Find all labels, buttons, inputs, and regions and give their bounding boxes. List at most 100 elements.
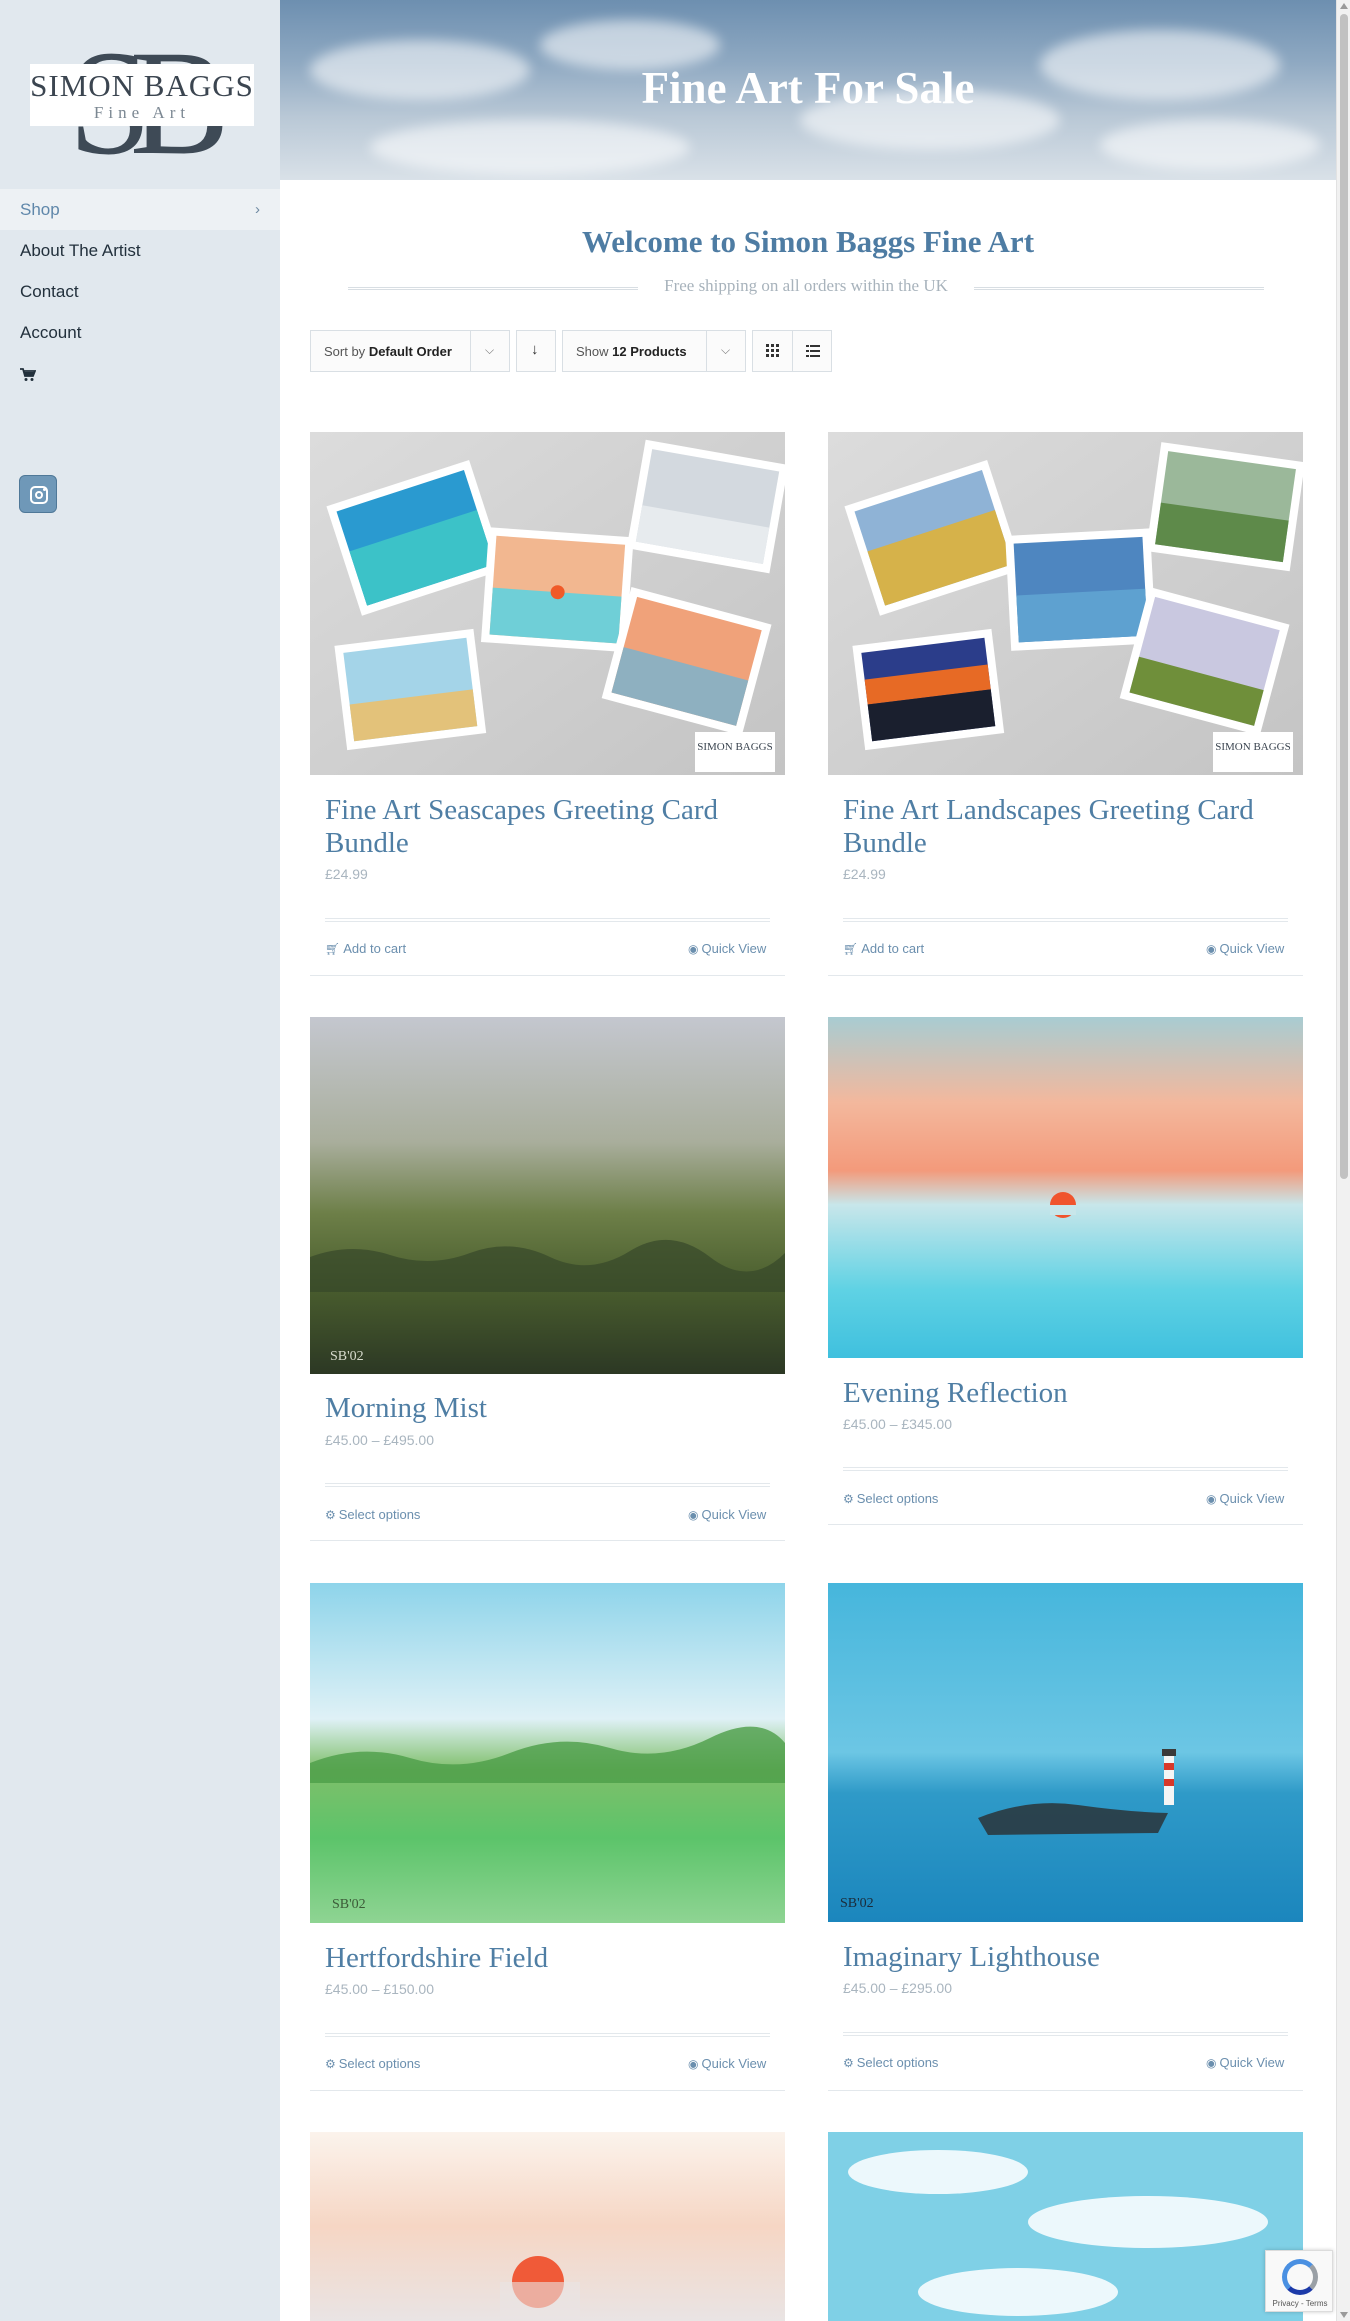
scrollbar[interactable] <box>1336 0 1350 2321</box>
select-options-label: Select options <box>338 2056 421 2071</box>
page-title: Fine Art For Sale <box>641 63 975 113</box>
quick-view-button[interactable]: ◉ Quick View <box>688 2056 766 2071</box>
product-card: SIMON BAGGS Fine Art Seascapes Greeting … <box>310 432 785 976</box>
select-options-label: Select options <box>338 1507 421 1522</box>
show-value: 12 Products <box>612 344 687 359</box>
quick-view-button[interactable]: ◉ Quick View <box>688 941 766 956</box>
product-title-text: Morning Mist <box>325 1392 487 1424</box>
site-logo[interactable]: SB SIMON BAGGS Fine Art <box>28 28 254 178</box>
eye-icon: ◉ <box>688 1508 699 1522</box>
shipping-notice: Free shipping on all orders within the U… <box>348 276 1264 298</box>
chevron-right-icon: › <box>255 201 260 218</box>
cart-icon: 🛒︎ <box>325 942 341 956</box>
nav-item-contact[interactable]: Contact <box>0 271 280 312</box>
quick-view-button[interactable]: ◉ Quick View <box>1206 1491 1284 1506</box>
quick-view-label: Quick View <box>1219 941 1285 956</box>
artwork-monogram: SIMON BAGGS <box>697 741 773 753</box>
product-price: £24.99 <box>843 866 886 882</box>
sort-prefix: Sort by <box>324 344 366 359</box>
select-options-button[interactable]: ⚙ Select options <box>325 1507 420 1522</box>
product-card: SB'02 Imaginary Lighthouse £45.00 – £295… <box>828 1583 1303 2091</box>
show-count-dropdown[interactable]: Show 12 Products ⌵ <box>562 330 746 372</box>
logo-name: SIMON BAGGS <box>30 68 254 103</box>
quick-view-label: Quick View <box>1219 2055 1285 2070</box>
gear-icon: ⚙ <box>325 2057 336 2071</box>
product-title-line: Fine Art Landscapes Greeting Card <box>843 794 1254 826</box>
select-options-button[interactable]: ⚙ Select options <box>325 2056 420 2071</box>
nav-item-about[interactable]: About The Artist <box>0 230 280 271</box>
product-title-text: Evening Reflection <box>843 1377 1068 1409</box>
logo-plate: SIMON BAGGS Fine Art <box>30 64 254 126</box>
add-to-cart-label: Add to cart <box>343 941 407 956</box>
product-title-line: Bundle <box>843 827 927 859</box>
quick-view-button[interactable]: ◉ Quick View <box>1206 941 1284 956</box>
product-image[interactable]: SIMON BAGGS <box>828 432 1303 775</box>
product-image[interactable]: SB'02 <box>310 1583 785 1923</box>
product-image[interactable]: SB'02 <box>310 1017 785 1374</box>
eye-icon: ◉ <box>688 2057 699 2071</box>
product-image[interactable] <box>310 2132 785 2321</box>
product-card: SB'02 Hertfordshire Field £45.00 – £150.… <box>310 1583 785 2091</box>
sort-dropdown[interactable]: Sort by Default Order ⌵ <box>310 330 510 372</box>
list-view-icon[interactable] <box>806 344 820 358</box>
welcome-heading: Welcome to Simon Baggs Fine Art <box>581 224 1035 259</box>
grid-view-icon[interactable] <box>766 344 780 358</box>
recaptcha-badge[interactable]: Privacy - Terms <box>1265 2250 1333 2312</box>
add-to-cart-button[interactable]: 🛒︎ Add to cart <box>325 941 406 956</box>
product-price: £45.00 – £345.00 <box>843 1416 952 1432</box>
divider <box>325 918 770 922</box>
quick-view-label: Quick View <box>1219 1491 1285 1506</box>
quick-view-label: Quick View <box>701 941 767 956</box>
recaptcha-icon <box>1282 2259 1318 2295</box>
product-title[interactable]: Hertfordshire Field <box>325 1942 548 1975</box>
instagram-icon[interactable] <box>19 475 57 513</box>
select-options-button[interactable]: ⚙ Select options <box>843 1491 938 1506</box>
nav-item-account[interactable]: Account <box>0 312 280 353</box>
product-title[interactable]: Evening Reflection <box>843 1377 1068 1410</box>
sort-value: Default Order <box>368 344 452 359</box>
quick-view-button[interactable]: ◉ Quick View <box>688 1507 766 1522</box>
scroll-down-arrow[interactable] <box>1340 2312 1348 2318</box>
product-card <box>828 2132 1303 2321</box>
quick-view-label: Quick View <box>701 2056 767 2071</box>
sidebar: SB SIMON BAGGS Fine Art Shop › About The… <box>0 0 280 2321</box>
add-to-cart-button[interactable]: 🛒︎ Add to cart <box>843 941 924 956</box>
product-title[interactable]: Fine Art Seascapes Greeting Card Bundle <box>325 794 718 860</box>
cart-icon <box>20 367 37 381</box>
scroll-up-arrow[interactable] <box>1340 3 1348 9</box>
product-image[interactable]: SIMON BAGGS <box>310 432 785 775</box>
page-banner: Fine Art For Sale <box>280 0 1336 180</box>
nav-item-shop[interactable]: Shop › <box>0 189 280 230</box>
cloud-shape <box>1100 120 1320 170</box>
select-options-button[interactable]: ⚙ Select options <box>843 2055 938 2070</box>
show-prefix: Show <box>576 344 609 359</box>
product-title[interactable]: Imaginary Lighthouse <box>843 1941 1100 1974</box>
product-price: £45.00 – £495.00 <box>325 1432 434 1448</box>
quick-view-label: Quick View <box>701 1507 767 1522</box>
quick-view-button[interactable]: ◉ Quick View <box>1206 2055 1284 2070</box>
select-options-label: Select options <box>856 1491 939 1506</box>
artwork-signature: SB'02 <box>332 1897 366 1912</box>
nav-item-label: Shop <box>20 200 60 219</box>
select-options-label: Select options <box>856 2055 939 2070</box>
eye-icon: ◉ <box>688 942 699 956</box>
artwork-signature: SB'02 <box>330 1349 364 1364</box>
eye-icon: ◉ <box>1206 2056 1217 2070</box>
divider <box>843 2032 1288 2036</box>
product-title[interactable]: Fine Art Landscapes Greeting Card Bundle <box>843 794 1254 860</box>
gear-icon: ⚙ <box>843 2056 854 2070</box>
cloud-shape <box>370 120 690 175</box>
recaptcha-label[interactable]: Privacy - Terms <box>1266 2299 1334 2308</box>
product-image[interactable] <box>828 1017 1303 1358</box>
nav-item-label: Contact <box>20 282 79 301</box>
arrow-down-icon: ↓ <box>531 341 539 358</box>
sort-direction-button[interactable]: ↓ <box>516 330 556 372</box>
nav-item-label: Account <box>20 323 82 342</box>
divider <box>325 2033 770 2037</box>
nav-item-cart[interactable] <box>0 353 280 397</box>
product-image[interactable]: SB'02 <box>828 1583 1303 1922</box>
gear-icon: ⚙ <box>325 1508 336 1522</box>
scrollbar-thumb[interactable] <box>1340 14 1348 1179</box>
product-image[interactable] <box>828 2132 1303 2321</box>
product-title[interactable]: Morning Mist <box>325 1392 487 1425</box>
